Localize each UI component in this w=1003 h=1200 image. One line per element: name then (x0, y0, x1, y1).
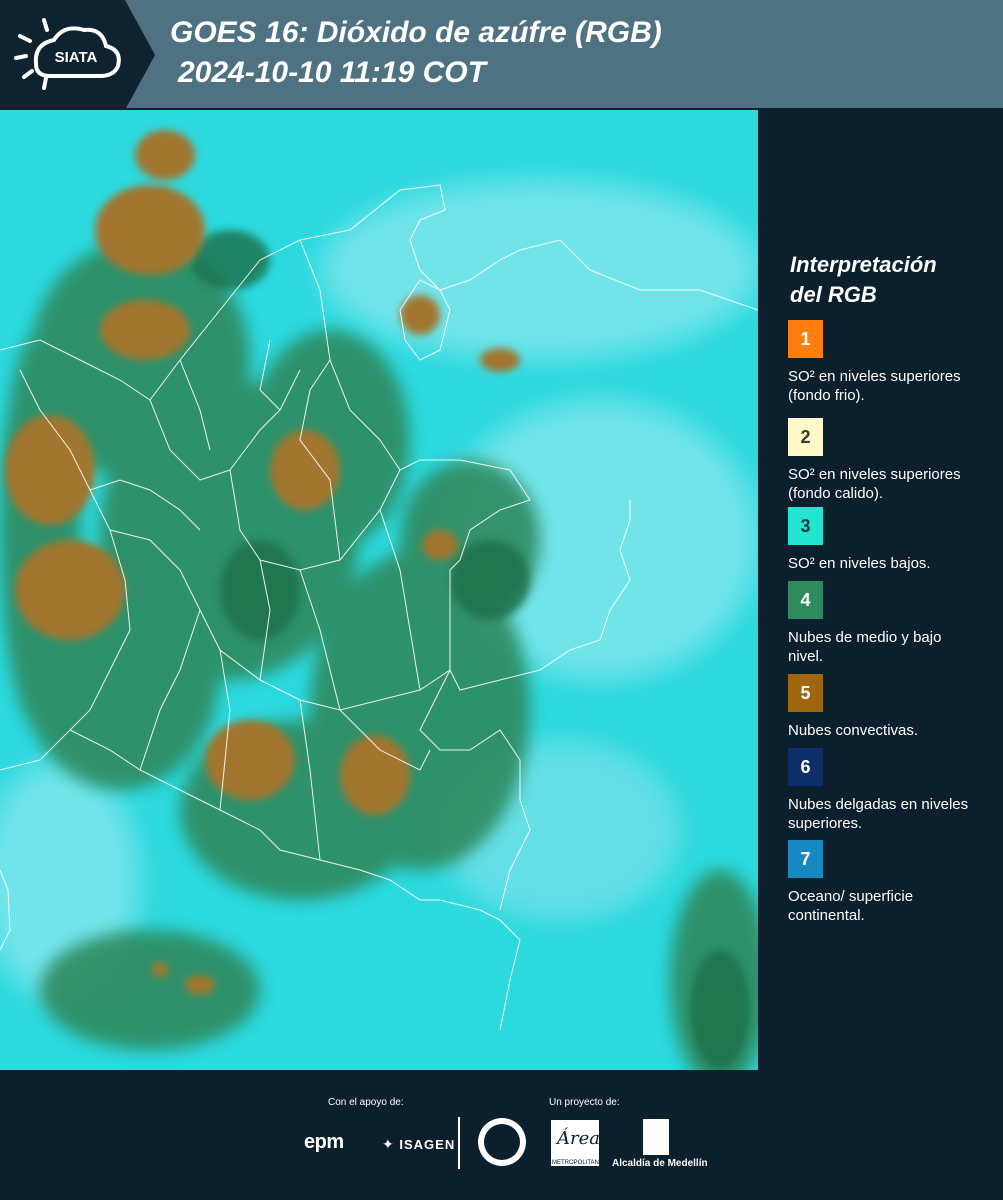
footer-divider (458, 1117, 460, 1169)
legend-label: SO² en niveles bajos. (788, 555, 931, 572)
legend-item-6: 6 Nubes delgadas en niveles superiores. (788, 748, 978, 833)
legend-swatch: 5 (788, 674, 823, 712)
legend-title-line2: del RGB (790, 282, 877, 307)
logo-label: SIATA (55, 49, 98, 66)
logo-block: SIATA (0, 0, 125, 110)
legend-item-7: 7 Oceano/ superficie continental. (788, 840, 978, 925)
legend-label: SO² en niveles superiores (fondo calido)… (788, 466, 961, 502)
page-title: GOES 16: Dióxido de azúfre (RGB) (170, 16, 662, 49)
legend-swatch: 6 (788, 748, 823, 786)
seal-inner (484, 1124, 520, 1160)
legend-number: 1 (800, 328, 811, 349)
legend-item-4: 4 Nubes de medio y bajo nivel. (788, 581, 978, 666)
legend-swatch: 7 (788, 840, 823, 878)
alcaldia-shield-icon (643, 1119, 669, 1155)
legend-swatch: 4 (788, 581, 823, 619)
isagen-logo: ✦ ISAGEN (382, 1136, 455, 1153)
legend-label: Nubes de medio y bajo nivel. (788, 629, 942, 665)
isagen-mark-icon: ✦ (382, 1136, 395, 1152)
legend-swatch: 3 (788, 507, 823, 545)
legend-label: Nubes convectivas. (788, 722, 919, 739)
siata-logo-icon: SIATA (14, 18, 121, 90)
legend-item-3: 3 SO² en niveles bajos. (788, 507, 978, 573)
epm-logo: epm (304, 1131, 344, 1153)
isagen-label: ISAGEN (399, 1137, 456, 1152)
map-svg (0, 110, 758, 1070)
support-label: Con el apoyo de: (328, 1097, 404, 1108)
logo-arrow (125, 0, 155, 110)
legend-number: 2 (800, 426, 811, 447)
legend-item-5: 5 Nubes convectivas. (788, 674, 978, 740)
page-subtitle: 2024-10-10 11:19 COT (178, 56, 486, 89)
legend-number: 3 (800, 515, 811, 536)
legend-number: 5 (800, 682, 811, 703)
legend-swatch: 1 (788, 320, 823, 358)
legend-number: 6 (800, 756, 811, 777)
legend-number: 7 (800, 848, 811, 869)
legend-label: SO² en niveles superiores (fondo frio). (788, 368, 961, 404)
legend-title: Interpretación del RGB (790, 250, 990, 310)
legend-item-1: 1 SO² en niveles superiores (fondo frio)… (788, 320, 978, 405)
legend-title-line1: Interpretación (790, 252, 937, 277)
legend-label: Oceano/ superficie continental. (788, 888, 914, 924)
legend-item-2: 2 SO² en niveles superiores (fondo calid… (788, 418, 978, 503)
satellite-map (0, 110, 758, 1070)
legend-swatch: 2 (788, 418, 823, 456)
area-logo-text: Área (557, 1128, 600, 1149)
legend-number: 4 (800, 589, 811, 610)
legend-label: Nubes delgadas en niveles superiores. (788, 796, 969, 832)
project-label: Un proyecto de: (549, 1097, 620, 1108)
medellin-seal-icon (478, 1118, 526, 1166)
alcaldia-label: Alcaldía de Medellín (612, 1158, 708, 1169)
